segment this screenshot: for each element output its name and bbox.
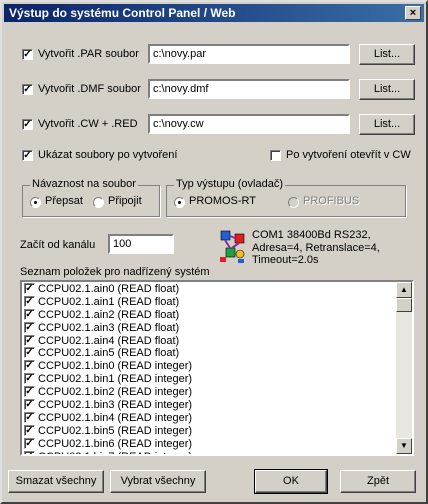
connection-info: COM1 38400Bd RS232, Adresa=4, Retranslac… xyxy=(252,229,380,267)
list-item[interactable]: ✓ CCPU02.1.bin6 (READ integer) xyxy=(24,437,193,451)
append-label: Připojit xyxy=(108,195,142,207)
list-item[interactable]: ✓ CCPU02.1.ain5 (READ float) xyxy=(24,347,192,360)
start-channel-label: Začít od kanálu xyxy=(20,239,96,251)
list-item-label: CCPU02.1.bin2 (READ integer) xyxy=(38,386,193,399)
connection-line-1: COM1 38400Bd RS232, xyxy=(252,229,371,241)
promos-rt-radio[interactable] xyxy=(174,197,185,208)
scroll-down-button[interactable]: ▼ xyxy=(396,438,412,454)
profibus-radio xyxy=(288,197,299,208)
par-browse-button[interactable]: List... xyxy=(359,44,415,65)
select-all-button[interactable]: Vybrat všechny xyxy=(110,470,206,493)
cw-label: Vytvořit .CW + .RED xyxy=(38,118,138,130)
list-item[interactable]: ✓ CCPU02.1.bin4 (READ integer) xyxy=(24,411,193,425)
show-files-checkbox[interactable]: ✓ xyxy=(22,150,33,161)
overwrite-label: Přepsat xyxy=(45,195,83,207)
start-channel-field[interactable]: 100 xyxy=(108,234,174,254)
list-item[interactable]: ✓ CCPU02.1.ain4 (READ float) xyxy=(24,334,192,348)
connection-line-3: Timeout=2.0s xyxy=(252,254,319,266)
list-item[interactable]: ✓ CCPU02.1.ain3 (READ float) xyxy=(24,321,192,335)
list-item[interactable]: ✓ CCPU02.1.ain1 (READ float) xyxy=(24,295,192,309)
dialog-window: Výstup do systému Control Panel / Web × … xyxy=(0,0,428,504)
dmf-browse-button[interactable]: List... xyxy=(359,79,415,100)
title-bar: Výstup do systému Control Panel / Web × xyxy=(4,4,424,22)
list-item-label: CCPU02.1.ain3 (READ float) xyxy=(38,321,180,334)
ok-button[interactable]: OK xyxy=(254,469,328,494)
list-item-label: CCPU02.1.bin6 (READ integer) xyxy=(38,437,193,450)
network-icon-base-blue xyxy=(238,259,244,263)
output-type-group: Typ výstupu (ovladač) PROMOS-RT PROFIBUS xyxy=(166,178,406,217)
list-item[interactable]: ✓ CCPU02.1.bin0 (READ integer) xyxy=(24,360,192,373)
list-item-label: CCPU02.1.ain1 (READ float) xyxy=(38,295,180,308)
dmf-path-field[interactable]: c:\novy.dmf xyxy=(148,79,350,99)
scroll-up-button[interactable]: ▲ xyxy=(396,282,412,298)
list-item-label: CCPU02.1.ain2 (READ float) xyxy=(38,308,180,321)
list-item-label: CCPU02.1.ain0 (READ float) xyxy=(38,283,180,295)
link-group-title: Návaznost na soubor xyxy=(30,178,138,190)
list-item-checkbox[interactable]: ✓ xyxy=(24,347,35,359)
list-item-checkbox[interactable]: ✓ xyxy=(24,424,35,436)
list-item-checkbox[interactable]: ✓ xyxy=(24,321,35,333)
list-item-label: CCPU02.1.bin3 (READ integer) xyxy=(38,399,193,412)
cw-path-field[interactable]: c:\novy.cw xyxy=(148,114,350,134)
list-item[interactable]: ✓ CCPU02.1.bin1 (READ integer) xyxy=(24,373,192,386)
items-list[interactable]: ✓ CCPU02.1.ain0 (READ float) ✓ CCPU02.1.ain… xyxy=(20,280,414,456)
list-item-label: CCPU02.1.bin5 (READ integer) xyxy=(38,424,193,437)
open-cw-label: Po vytvoření otevřít v CW xyxy=(286,149,411,161)
cw-checkbox[interactable]: ✓ xyxy=(22,119,33,130)
open-cw-checkbox[interactable] xyxy=(270,150,281,161)
promos-rt-label: PROMOS-RT xyxy=(189,195,257,207)
window-title: Výstup do systému Control Panel / Web xyxy=(9,6,236,20)
network-icon-node-red xyxy=(234,233,245,244)
list-item-label: CCPU02.1.ain5 (READ float) xyxy=(38,347,180,360)
list-item-checkbox[interactable]: ✓ xyxy=(24,360,35,372)
list-item-checkbox[interactable]: ✓ xyxy=(24,411,35,423)
par-path-field[interactable]: c:\novy.par xyxy=(148,44,350,64)
scroll-thumb[interactable] xyxy=(396,298,412,312)
list-item-label: CCPU02.1.bin1 (READ integer) xyxy=(38,373,193,386)
par-label: Vytvořit .PAR soubor xyxy=(38,48,139,60)
back-button[interactable]: Zpět xyxy=(340,470,416,493)
list-item-checkbox[interactable]: ✓ xyxy=(24,450,35,454)
link-group: Návaznost na soubor Přepsat Připojit xyxy=(22,178,160,217)
list-item-checkbox[interactable]: ✓ xyxy=(24,437,35,449)
list-item[interactable]: ✓ CCPU02.1.bin2 (READ integer) xyxy=(24,386,192,399)
list-item-checkbox[interactable]: ✓ xyxy=(24,283,35,294)
list-item-checkbox[interactable]: ✓ xyxy=(24,373,35,385)
list-item-checkbox[interactable]: ✓ xyxy=(24,386,35,398)
dmf-checkbox[interactable]: ✓ xyxy=(22,84,33,95)
par-checkbox[interactable]: ✓ xyxy=(22,49,33,60)
profibus-label: PROFIBUS xyxy=(303,195,360,207)
list-item-label: CCPU02.1.bin4 (READ integer) xyxy=(38,411,193,424)
close-button[interactable]: × xyxy=(405,6,421,20)
show-files-label: Ukázat soubory po vytvoření xyxy=(38,149,178,161)
network-icon-node-blue xyxy=(220,230,231,241)
network-icon-node-yellow xyxy=(235,249,245,259)
list-item-label: CCPU02.1.bin7 (READ integer) xyxy=(38,451,192,454)
clear-all-button[interactable]: Smazat všechny xyxy=(8,470,104,493)
network-icon-base-red xyxy=(220,257,226,262)
list-item-checkbox[interactable]: ✓ xyxy=(24,334,35,346)
list-title: Seznam položek pro nadřízený systém xyxy=(20,266,210,278)
list-item[interactable]: ✓ CCPU02.1.bin3 (READ integer) xyxy=(24,399,192,412)
connection-line-2: Adresa=4, Retranslace=4, xyxy=(252,241,380,254)
append-radio[interactable] xyxy=(93,197,104,208)
list-item-label: CCPU02.1.bin0 (READ integer) xyxy=(38,360,193,373)
list-scrollbar[interactable]: ▲ ▼ xyxy=(396,282,412,454)
list-item-checkbox[interactable]: ✓ xyxy=(24,295,35,307)
cw-browse-button[interactable]: List... xyxy=(359,114,415,135)
list-item-label: CCPU02.1.ain4 (READ float) xyxy=(38,334,180,347)
items-list-rows: ✓ CCPU02.1.ain0 (READ float) ✓ CCPU02.1.ain… xyxy=(24,283,193,454)
network-icon xyxy=(220,230,245,263)
network-icon-node-green xyxy=(225,247,236,258)
list-item[interactable]: ✓ CCPU02.1.bin5 (READ integer) xyxy=(24,424,193,438)
list-item[interactable]: ✓ CCPU02.1.ain2 (READ float) xyxy=(24,308,192,322)
output-group-title: Typ výstupu (ovladač) xyxy=(174,178,285,190)
list-item[interactable]: ✓ CCPU02.1.ain0 (READ float) xyxy=(24,283,192,296)
dmf-label: Vytvořit .DMF soubor xyxy=(38,83,141,95)
list-item-checkbox[interactable]: ✓ xyxy=(24,399,35,411)
list-item[interactable]: ✓CCPU02.1.bin7 (READ integer) xyxy=(24,450,192,454)
overwrite-radio[interactable] xyxy=(30,197,41,208)
list-item-checkbox[interactable]: ✓ xyxy=(24,308,35,320)
